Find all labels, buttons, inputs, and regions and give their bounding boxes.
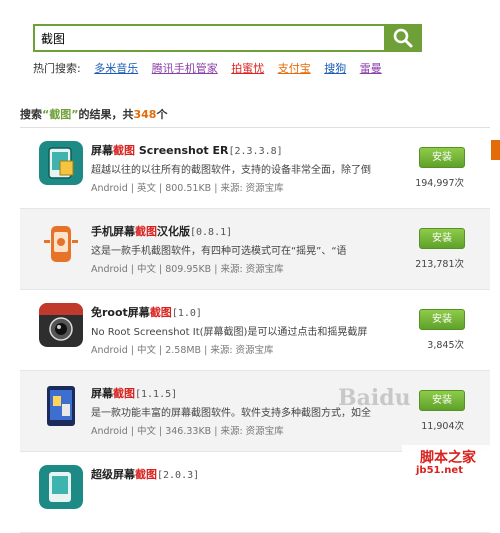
install-button[interactable]: 安装 [419, 228, 465, 249]
hot-searches: 热门搜索: 多米音乐 腾讯手机管家 拍蜜忧 支付宝 搜狗 雷曼 [33, 60, 382, 76]
download-count: 11,904次 [421, 421, 464, 432]
super-screenshot-icon[interactable] [39, 465, 83, 509]
hot-link[interactable]: 搜狗 [324, 62, 346, 75]
download-count: 194,997次 [415, 178, 464, 189]
list-item: 免root屏幕截图[1.0] No Root Screenshot It(屏幕截… [20, 290, 490, 371]
camera-icon[interactable] [39, 303, 83, 347]
install-button[interactable]: 安装 [419, 309, 465, 330]
app-title[interactable]: 免root屏幕截图[1.0] [91, 304, 202, 320]
list-item: 手机屏幕截图汉化版[0.8.1] 这是一款手机截图软件，有四种可选模式可在“摇晃… [20, 209, 490, 290]
app-title[interactable]: 屏幕截图[1.1.5] [91, 385, 177, 401]
app-meta: Android | 中文 | 346.33KB | 来源: 资源宝库 [91, 426, 284, 437]
hot-link[interactable]: 支付宝 [278, 62, 311, 75]
screenshot-er-icon[interactable] [39, 141, 83, 185]
hot-link[interactable]: 拍蜜忧 [231, 62, 264, 75]
app-title[interactable]: 屏幕截图 Screenshot ER[2.3.3.8] [91, 142, 283, 158]
hot-link[interactable]: 腾讯手机管家 [152, 62, 218, 75]
app-meta: Android | 英文 | 800.51KB | 来源: 资源宝库 [91, 183, 284, 194]
app-description: No Root Screenshot It(屏幕截图)是可以通过点击和摇晃截屏 [91, 327, 368, 338]
site-watermark: 脚本之家 jb51.net [402, 445, 498, 483]
hot-link[interactable]: 多米音乐 [94, 62, 138, 75]
install-button[interactable]: 安装 [419, 390, 465, 411]
install-button[interactable]: 安装 [419, 147, 465, 168]
search-icon [393, 28, 413, 48]
app-title[interactable]: 手机屏幕截图汉化版[0.8.1] [91, 223, 232, 239]
baidu-watermark: Baidu [338, 385, 411, 411]
result-summary: 搜索“截图”的结果，共348个 [20, 108, 168, 121]
search-bar [33, 24, 422, 52]
phone-screenshot-icon[interactable] [39, 384, 83, 428]
list-item: 屏幕截图 Screenshot ER[2.3.3.8] 超越以往的以往所有的截图… [20, 128, 490, 209]
hot-label: 热门搜索: [33, 62, 81, 75]
search-button[interactable] [384, 24, 422, 52]
list-item: 屏幕截图[1.1.5] 是一款功能丰富的屏幕截图软件。软件支持多种截图方式，如全… [20, 371, 490, 452]
app-title[interactable]: 超级屏幕截图[2.0.3] [91, 466, 199, 482]
app-meta: Android | 中文 | 2.58MB | 来源: 资源宝库 [91, 345, 274, 356]
screenshot-cn-icon[interactable] [39, 222, 83, 266]
download-count: 213,781次 [415, 259, 464, 270]
search-input[interactable] [33, 24, 384, 52]
hot-link[interactable]: 雷曼 [360, 62, 382, 75]
app-meta: Android | 中文 | 809.95KB | 来源: 资源宝库 [91, 264, 284, 275]
app-description: 超越以往的以往所有的截图软件，支持的设备非常全面，除了倒 [91, 165, 371, 176]
side-tab[interactable] [491, 140, 500, 160]
download-count: 3,845次 [427, 340, 464, 351]
app-description: 这是一款手机截图软件，有四种可选模式可在“摇晃”、“语 [91, 246, 347, 257]
